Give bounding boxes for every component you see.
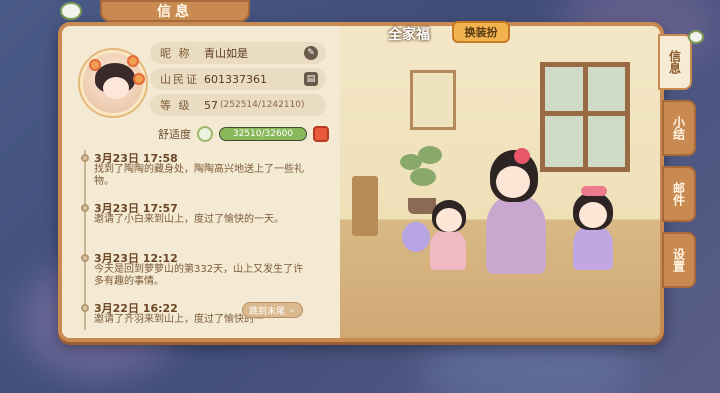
id-row: 山民证 601337361 ▤ [150,68,326,90]
level-value: 57 [204,98,218,112]
timeline-dot [81,204,89,212]
wall-painting [410,70,456,130]
level-label: 等 级 [160,99,192,112]
level-progress: (252514/1242110) [220,100,305,110]
avatar[interactable] [80,50,146,116]
tab-summary-label: 小结 [671,116,686,140]
flower-icon [133,73,145,85]
sprout-icon [688,30,704,44]
tab-mail-label: 邮件 [671,182,686,206]
nickname-row: 昵 称 青山如是 ✎ [150,42,326,64]
change-outfit-button[interactable]: 换装扮 [452,21,510,43]
scene-title: 全家福 [388,27,430,43]
id-card-icon[interactable]: ▤ [304,72,318,86]
level-row: 等 级 57 (252514/1242110) [150,94,326,116]
jump-to-end-button[interactable]: 跳到末尾 ⌄ [242,302,303,318]
character-head [436,208,462,232]
tab-settings[interactable]: 设置 [662,232,696,288]
nickname-value: 青山如是 [204,47,248,60]
character-body [430,230,466,270]
bonsai-leaf [418,146,442,164]
tab-info[interactable]: 信息 [658,34,692,90]
timeline-line [84,150,86,330]
bonsai-leaf [410,168,436,186]
id-label: 山民证 [160,73,199,86]
character-body [486,196,546,274]
timeline-dot [81,304,89,312]
comfort-row: 舒适度 32510/32600 [158,126,329,142]
timeline-dot [81,254,89,262]
log-text: 今天是回到萝萝山的第332天，山上又发生了许多有趣的事情。 [94,264,304,287]
flower-icon [127,55,139,67]
flower-icon [89,59,101,71]
edit-icon[interactable]: ✎ [304,46,318,60]
info-panel: 昵 称 青山如是 ✎ 山民证 601337361 ▤ 等 级 57 (25251… [58,22,664,342]
comfort-bar: 32510/32600 [219,127,307,141]
log-text: 找到了陶陶的藏身处，陶陶高兴地送上了一些礼物。 [94,164,304,187]
sprout-icon [60,2,82,20]
nickname-label: 昵 称 [160,47,192,60]
tab-settings-label: 设置 [671,248,686,272]
character-body [573,226,613,270]
tab-summary[interactable]: 小结 [662,100,696,156]
chevron-down-icon: ⌄ [288,305,296,315]
side-table [352,176,378,236]
pet-icon [197,126,213,142]
comfort-value: 32510/32600 [232,129,294,139]
flower-icon [581,186,607,196]
gift-icon[interactable] [313,126,329,142]
timeline-dot [81,154,89,162]
character-wings [402,222,430,252]
character-small-right[interactable] [565,186,625,276]
character-mother[interactable] [478,146,558,276]
character-head [496,166,530,198]
jump-label: 跳到末尾 [249,306,286,317]
character-head [579,202,607,228]
family-photo-scene [340,26,660,338]
character-small-left[interactable] [402,196,472,276]
tab-info-label: 信息 [667,50,682,74]
id-value: 601337361 [204,72,267,86]
profile-section: 昵 称 青山如是 ✎ 山民证 601337361 ▤ 等 级 57 (25251… [62,26,340,338]
avatar-face [103,77,129,99]
tab-mail[interactable]: 邮件 [662,166,696,222]
panel-title-tab: 信息 [100,0,250,22]
log-text: 邀请了小白来到山上，度过了愉快的一天。 [94,214,284,225]
flower-icon [514,148,530,164]
panel-title: 信息 [157,4,193,20]
comfort-label: 舒适度 [158,128,191,141]
